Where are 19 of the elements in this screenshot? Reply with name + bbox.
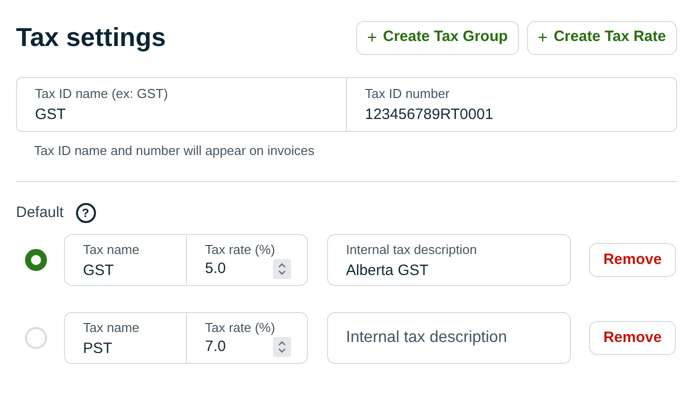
tax-id-number-field[interactable]: Tax ID number 123456789RT0001 [347,78,676,131]
tax-rate-field[interactable]: Tax rate (%) 7.0 [187,313,307,363]
helper-text: Tax ID name and number will appear on invoices [34,142,316,160]
page-title: Tax settings [16,21,166,54]
tax-name-field[interactable]: Tax name PST [65,313,187,363]
remove-button[interactable]: Remove [589,243,676,277]
help-icon[interactable]: ? [76,202,96,223]
description-field[interactable]: Internal tax description [327,312,571,364]
stepper-icon[interactable] [273,258,291,279]
tax-rate-field[interactable]: Tax rate (%) 5.0 [187,235,307,285]
remove-button[interactable]: Remove [589,321,676,355]
tax-name-field[interactable]: Tax name GST [65,235,187,285]
tax-id-name-field[interactable]: Tax ID name (ex: GST) GST [17,78,347,131]
create-button[interactable]: + Create Tax Rate [526,20,677,54]
default-label: Default [16,202,64,222]
create-button[interactable]: + Create Tax Group [356,20,519,54]
description-field[interactable]: Internal tax description Alberta GST [327,234,571,286]
default-radio[interactable] [25,249,47,271]
stepper-icon[interactable] [273,336,291,357]
